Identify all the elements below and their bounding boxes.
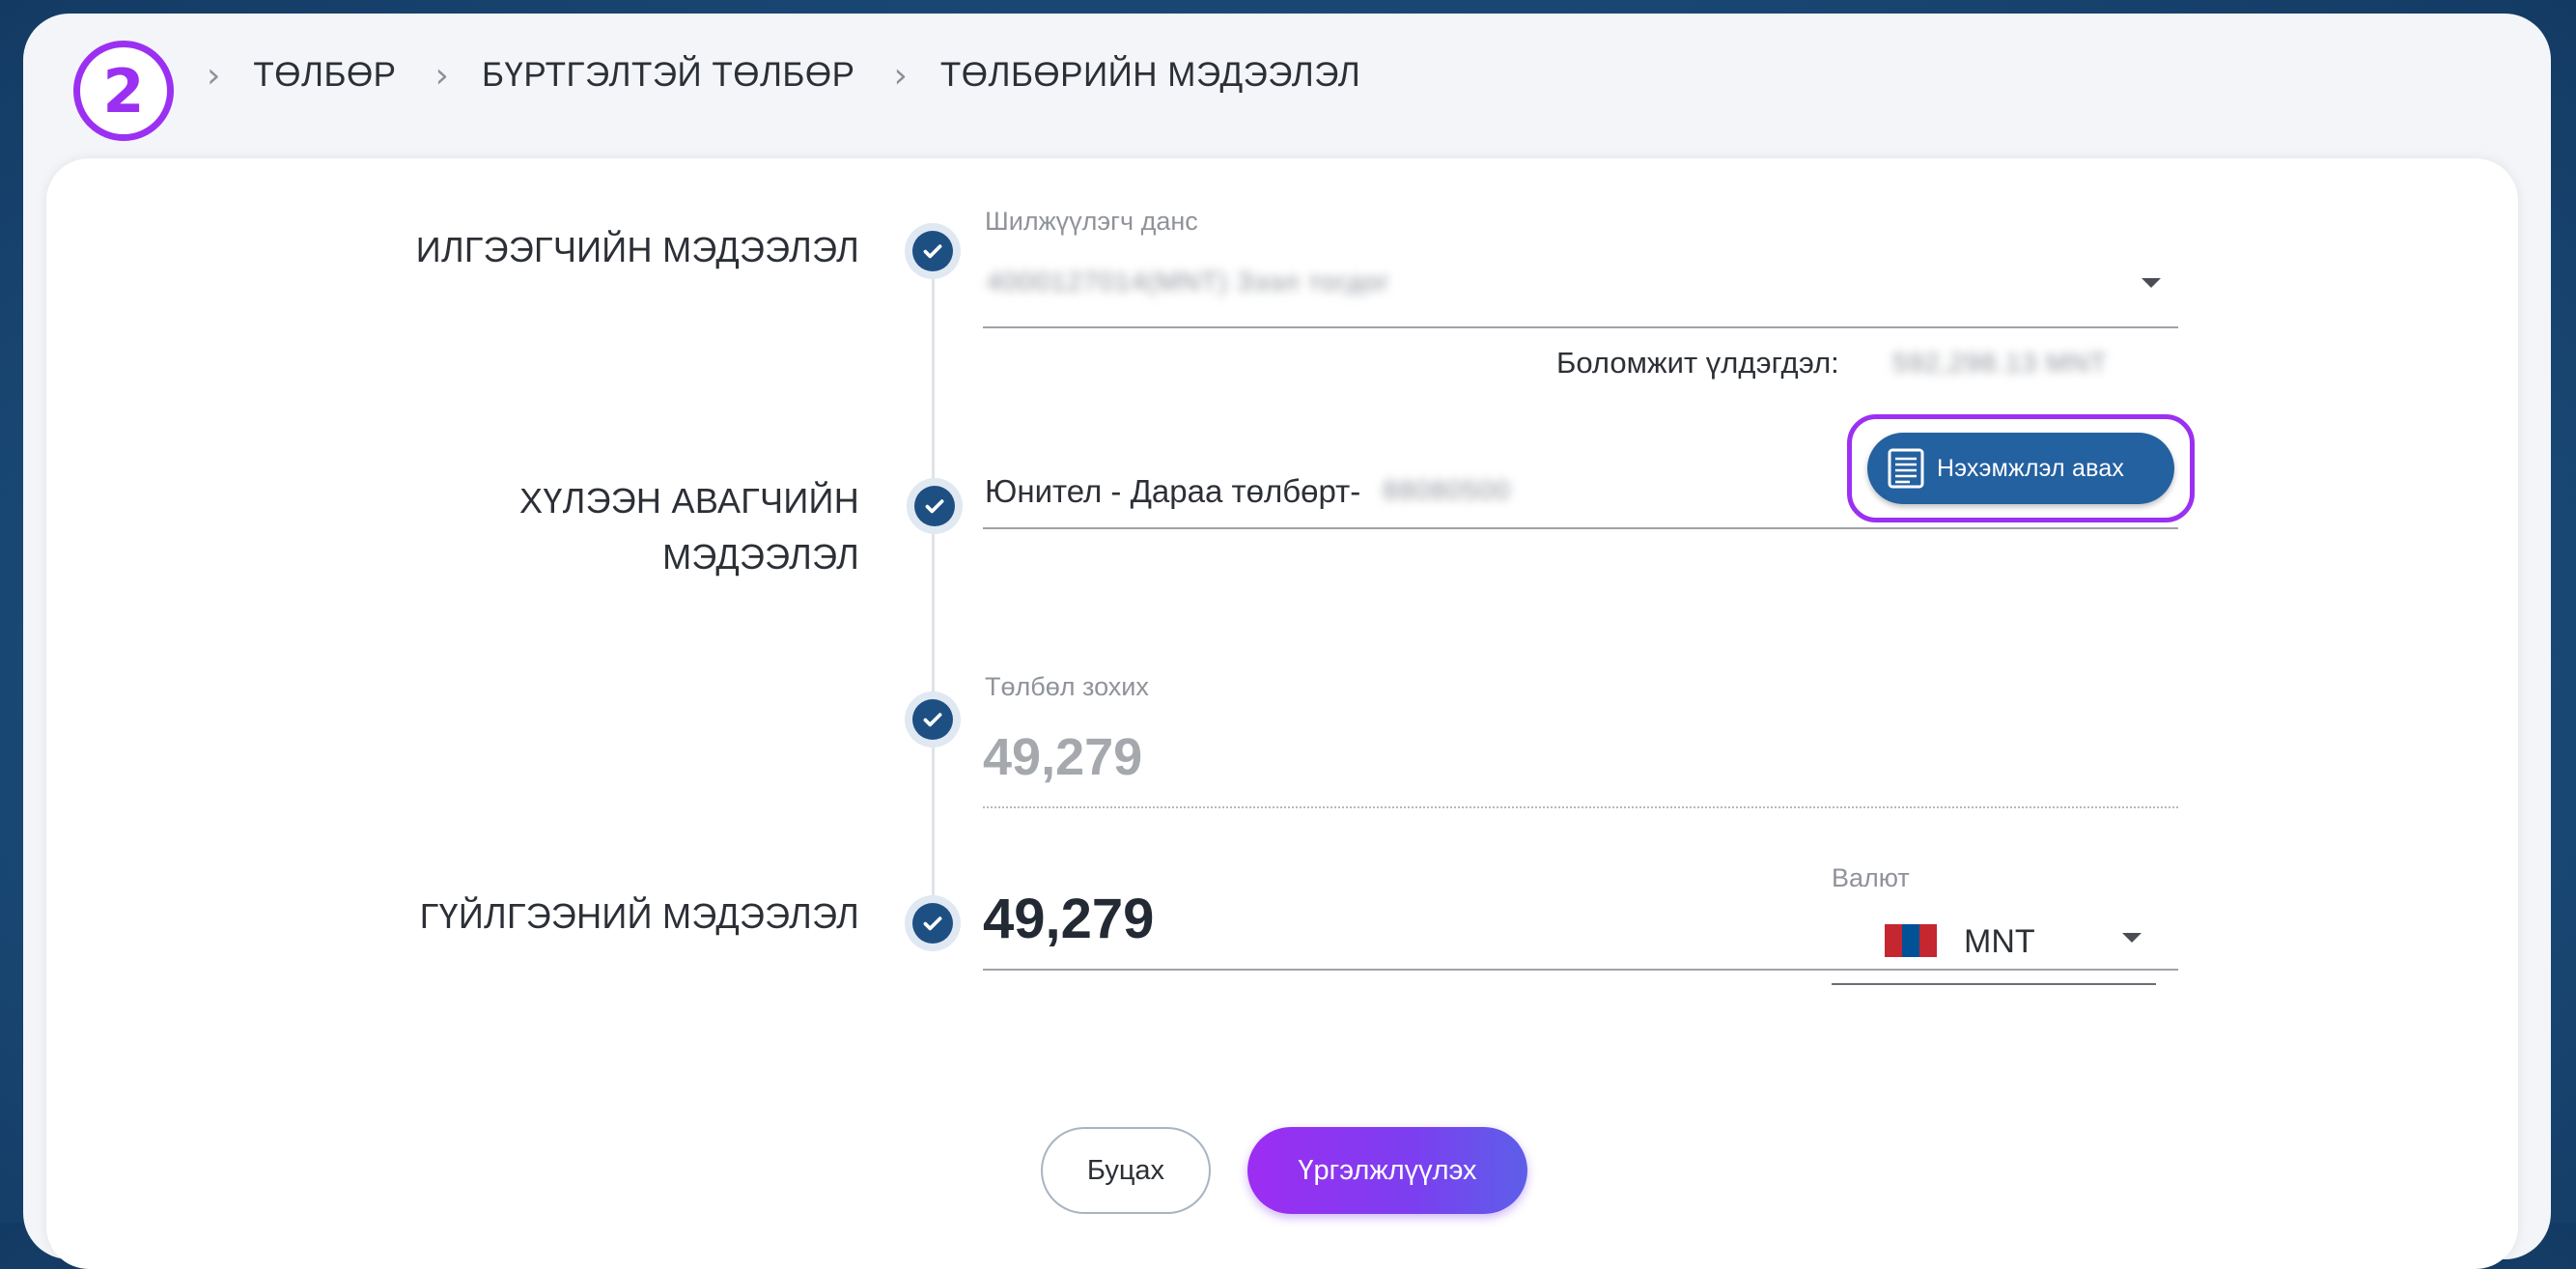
breadcrumb: › ТӨЛБӨР › БҮРТГЭЛТЭЙ ТӨЛБӨР › ТӨЛБӨРИЙН… [207, 55, 1399, 96]
balance-label: Боломжит үлдэгдэл: [1556, 346, 1839, 380]
check-circle-icon [914, 486, 955, 526]
receiver-value-number: 88080500 [1383, 475, 1511, 505]
sender-account-underline [983, 326, 2178, 328]
check-circle-icon [912, 903, 953, 944]
breadcrumb-item-payment[interactable]: ТӨЛБӨР [253, 56, 396, 95]
mongolia-flag-icon [1885, 924, 1937, 957]
transaction-amount-underline [983, 969, 2178, 971]
chevron-right-icon: › [434, 55, 449, 96]
chevron-right-icon: › [207, 55, 221, 96]
invoice-highlight-frame: Нэхэмжлэл авах [1847, 414, 2195, 522]
continue-button[interactable]: Үргэлжлүүлэх [1247, 1127, 1527, 1214]
get-invoice-label: Нэхэмжлэл авах [1937, 454, 2125, 482]
timeline-line [932, 255, 935, 921]
breadcrumb-item-payment-info: ТӨЛБӨРИЙН МЭДЭЭЛЭЛ [939, 56, 1361, 94]
currency-select[interactable]: MNT [1964, 923, 2035, 961]
amount-due-underline [983, 806, 2178, 808]
section-label-receiver-line2: МЭДЭЭЛЭЛ [662, 537, 859, 577]
chevron-right-icon: › [893, 55, 908, 96]
chevron-down-icon[interactable] [2142, 278, 2161, 288]
sender-account-label: Шилжүүлэгч данс [985, 207, 1198, 236]
currency-label: Валют [1832, 863, 1910, 892]
section-label-receiver: ХҮЛЭЭН АВАГЧИЙН МЭДЭЭЛЭЛ [519, 473, 859, 585]
balance-value: 592,298.13 MNT [1892, 348, 2108, 378]
amount-due-label: Төлбөл зохих [985, 672, 1149, 701]
sender-account-value[interactable]: 4000127014(MNT) Зээл тогдог [987, 267, 1390, 297]
back-button[interactable]: Буцах [1041, 1127, 1211, 1214]
breadcrumb-item-registered-payment[interactable]: БҮРТГЭЛТЭЙ ТӨЛБӨР [482, 56, 855, 95]
check-circle-icon [912, 699, 953, 740]
section-label-transaction: ГҮЙЛГЭЭНИЙ МЭДЭЭЛЭЛ [419, 896, 859, 936]
chevron-down-icon[interactable] [2122, 933, 2142, 943]
get-invoice-button[interactable]: Нэхэмжлэл авах [1867, 433, 2174, 504]
amount-due-value: 49,279 [983, 728, 1143, 786]
transaction-amount-input[interactable]: 49,279 [983, 887, 1154, 951]
section-label-sender: ИЛГЭЭГЧИЙН МЭДЭЭЛЭЛ [415, 230, 859, 269]
step-number-badge: 2 [73, 41, 174, 141]
receiver-value-prefix: Юнител - Дараа төлбөрт- [985, 473, 1361, 509]
document-list-icon [1888, 448, 1924, 489]
section-label-receiver-line1: ХҮЛЭЭН АВАГЧИЙН [519, 481, 859, 521]
check-circle-icon [912, 231, 953, 271]
currency-underline [1832, 983, 2156, 985]
receiver-underline [983, 527, 2178, 529]
payment-form-card [46, 158, 2518, 1269]
